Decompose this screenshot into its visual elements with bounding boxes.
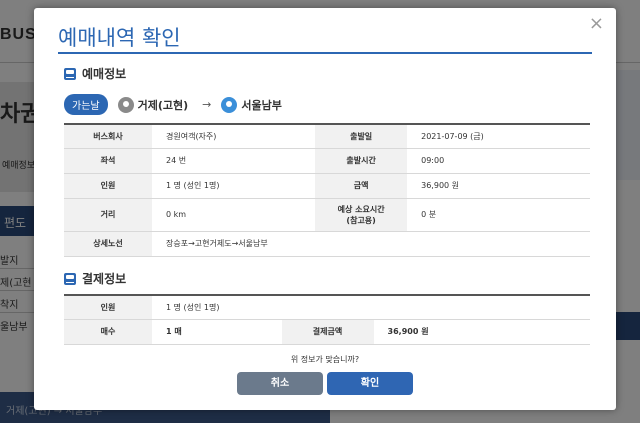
bus-icon bbox=[64, 272, 76, 285]
route-arrow: → bbox=[202, 98, 212, 111]
cell-value: 경원여객(자주) bbox=[152, 124, 316, 149]
origin-pin-icon bbox=[117, 96, 134, 113]
route-summary: 가는날 거제(고현) → 서울남부 bbox=[64, 94, 282, 115]
cell-value: 0 분 bbox=[407, 198, 590, 232]
table-row: 상세노선 장승포→고현거제도→서울남부 bbox=[64, 231, 590, 257]
cell-label: 출발시간 bbox=[315, 148, 408, 174]
confirm-button[interactable]: 확인 bbox=[327, 372, 413, 395]
section-title: 예매정보 bbox=[82, 67, 127, 81]
reservation-section-header: 예매정보 bbox=[64, 65, 126, 82]
destination-terminal: 서울남부 bbox=[241, 98, 282, 112]
reservation-info-table: 버스회사 경원여객(자주) 출발일 2021-07-09 (금) 좌석 24 번… bbox=[64, 123, 590, 257]
cell-value: 09:00 bbox=[407, 148, 590, 174]
cell-label: 인원 bbox=[64, 295, 152, 320]
cell-label: 인원 bbox=[64, 173, 152, 199]
cell-value: 36,900 원 bbox=[407, 173, 590, 199]
cell-value: 1 명 (성인 1명) bbox=[152, 173, 316, 199]
table-row: 인원 1 명 (성인 1명) 금액 36,900 원 bbox=[64, 173, 590, 199]
cell-label: 상세노선 bbox=[64, 231, 152, 257]
cell-label: 출발일 bbox=[315, 124, 408, 149]
payment-info-table: 인원 1 명 (성인 1명) 매수 1 매 결제금액 36,900 원 bbox=[64, 294, 590, 345]
cell-value: 1 명 (성인 1명) bbox=[152, 295, 590, 320]
total-amount-value: 36,900 원 bbox=[373, 319, 590, 345]
cell-value: 24 번 bbox=[152, 148, 316, 174]
table-row: 인원 1 명 (성인 1명) bbox=[64, 295, 590, 320]
ticket-count-value: 1 매 bbox=[152, 319, 282, 345]
destination-pin-icon bbox=[221, 96, 238, 113]
route-detail-value: 장승포→고현거제도→서울남부 bbox=[152, 231, 590, 257]
cell-label: 거리 bbox=[64, 198, 152, 232]
table-row: 매수 1 매 결제금액 36,900 원 bbox=[64, 319, 590, 345]
table-row: 거리 0 km 예상 소요시간 (참고용) 0 분 bbox=[64, 198, 590, 232]
confirm-question: 위 정보가 맞습니까? bbox=[290, 355, 360, 364]
close-icon[interactable]: × bbox=[589, 13, 604, 34]
cancel-button[interactable]: 취소 bbox=[237, 372, 323, 395]
table-row: 좌석 24 번 출발시간 09:00 bbox=[64, 148, 590, 174]
section-title: 결제정보 bbox=[82, 272, 127, 286]
payment-section-header: 결제정보 bbox=[64, 270, 126, 287]
dialog-title: 예매내역 확인 bbox=[58, 26, 181, 50]
cell-label: 매수 bbox=[64, 319, 152, 345]
direction-badge: 가는날 bbox=[64, 94, 108, 115]
cell-label: 좌석 bbox=[64, 148, 152, 174]
title-divider bbox=[58, 52, 592, 54]
origin-terminal: 거제(고현) bbox=[137, 98, 189, 112]
cell-value: 2021-07-09 (금) bbox=[407, 124, 590, 149]
table-row: 버스회사 경원여객(자주) 출발일 2021-07-09 (금) bbox=[64, 124, 590, 149]
cell-label: 버스회사 bbox=[64, 124, 152, 149]
cell-label: 예상 소요시간 (참고용) bbox=[315, 198, 408, 232]
reservation-confirm-dialog: 예매내역 확인 × 예매정보 가는날 거제(고현) → 서울남부 버스회사 경원… bbox=[34, 8, 616, 410]
cell-label: 결제금액 bbox=[281, 319, 374, 345]
cell-label: 금액 bbox=[315, 173, 408, 199]
bus-icon bbox=[64, 67, 76, 80]
cell-value: 0 km bbox=[152, 198, 316, 232]
